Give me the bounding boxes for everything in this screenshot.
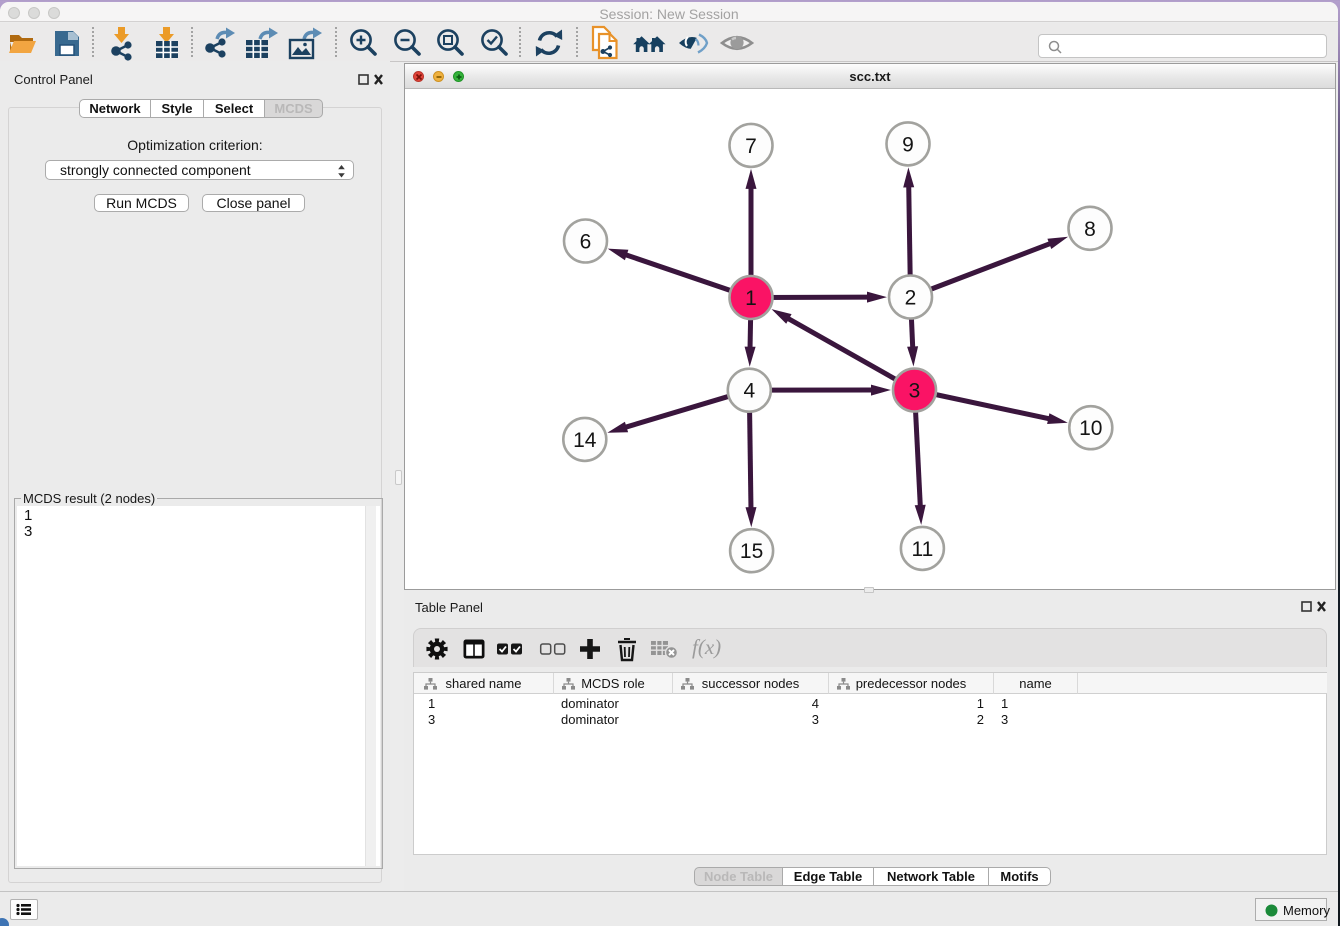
svg-text:3: 3	[909, 380, 921, 403]
svg-text:1: 1	[745, 287, 757, 310]
svg-text:7: 7	[745, 135, 757, 158]
svg-text:10: 10	[1079, 417, 1102, 440]
svg-text:8: 8	[1084, 218, 1096, 241]
svg-text:11: 11	[911, 538, 933, 561]
svg-text:15: 15	[740, 540, 763, 563]
svg-text:14: 14	[573, 429, 597, 452]
svg-text:6: 6	[580, 231, 592, 254]
svg-text:2: 2	[905, 287, 917, 310]
svg-text:9: 9	[902, 133, 914, 156]
svg-text:4: 4	[743, 380, 755, 403]
